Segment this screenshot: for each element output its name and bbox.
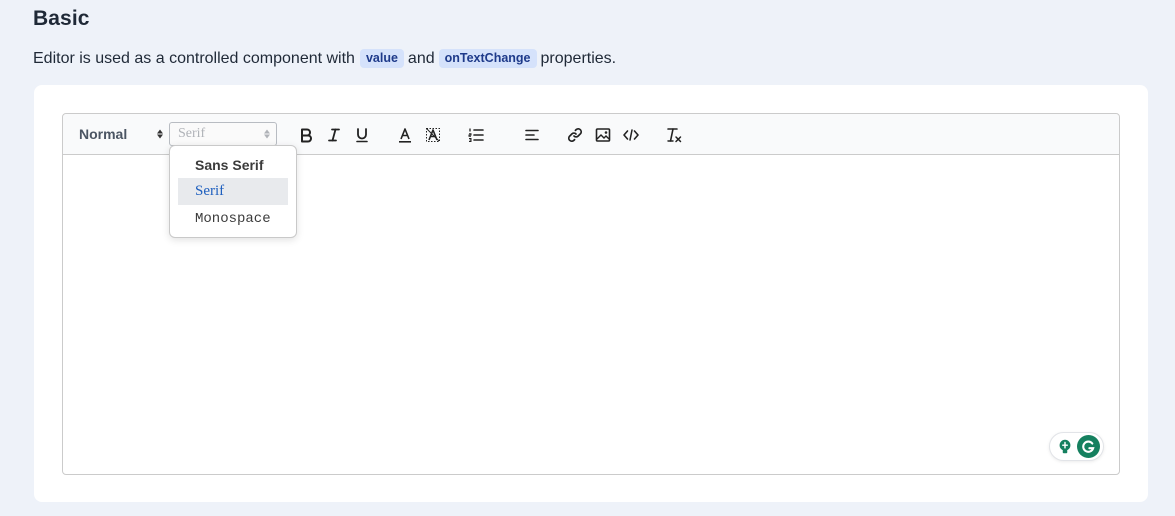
clear-format-button[interactable]: [663, 124, 685, 146]
bold-button[interactable]: [295, 124, 317, 146]
header-picker[interactable]: Normal: [71, 122, 169, 146]
font-picker[interactable]: Serif: [169, 122, 277, 146]
font-option-serif[interactable]: Serif: [178, 178, 288, 205]
background-color-button[interactable]: [422, 124, 444, 146]
lightbulb-icon[interactable]: [1055, 437, 1075, 457]
code-tag-ontextchange: onTextChange: [438, 49, 537, 68]
clear-format-icon: [667, 128, 682, 143]
description-suffix: properties.: [540, 49, 617, 67]
image-button[interactable]: [592, 124, 614, 146]
link-icon: [567, 127, 583, 143]
text-color-button[interactable]: [394, 124, 416, 146]
italic-icon: [328, 128, 340, 142]
text-color-icon: [399, 128, 411, 143]
ordered-list-icon: [468, 128, 484, 142]
grammarly-widget[interactable]: [1049, 432, 1104, 461]
link-button[interactable]: [564, 124, 586, 146]
code-block-button[interactable]: [620, 124, 642, 146]
background-color-icon: [426, 128, 440, 142]
font-dropdown-menu: Sans Serif Serif Monospace: [169, 145, 297, 238]
font-option-sans-serif[interactable]: Sans Serif: [178, 151, 288, 178]
underline-button[interactable]: [351, 124, 373, 146]
italic-button[interactable]: [323, 124, 345, 146]
font-picker-label: Serif: [178, 126, 206, 141]
align-button[interactable]: [521, 124, 543, 146]
code-icon: [623, 129, 639, 141]
image-icon: [595, 128, 611, 142]
font-option-monospace[interactable]: Monospace: [178, 205, 288, 232]
description-prefix: Editor is used as a controlled component…: [33, 49, 355, 67]
bold-icon: [301, 128, 312, 143]
page-description: Editor is used as a controlled component…: [33, 49, 616, 68]
description-and: and: [407, 49, 435, 67]
align-left-icon: [525, 129, 539, 141]
updown-arrows-icon: [264, 129, 270, 139]
page-title: Basic: [33, 7, 90, 30]
header-picker-label: Normal: [79, 126, 128, 142]
ordered-list-button[interactable]: [465, 124, 487, 146]
underline-icon: [356, 128, 368, 143]
grammarly-logo-icon[interactable]: [1077, 435, 1100, 458]
code-tag-value: value: [359, 49, 404, 68]
updown-arrows-icon: [157, 129, 163, 139]
